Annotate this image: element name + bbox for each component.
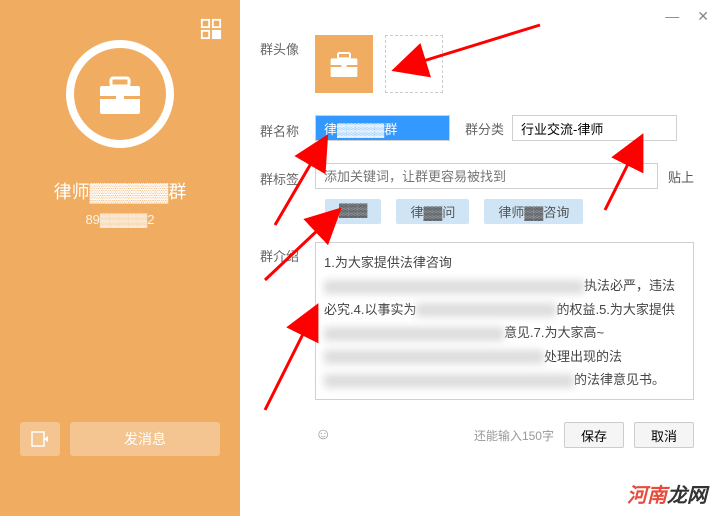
tag-chip[interactable]: 律▓▓问 [396,199,469,224]
intro-label: 群介绍 [260,242,315,265]
group-category-input[interactable] [512,115,677,141]
char-count: 还能输入150字 [474,427,554,444]
share-icon [31,431,49,447]
watermark: 河南龙网 [627,479,707,508]
tag-chip[interactable]: 律师▓▓咨询 [484,199,583,224]
plus-icon: + [406,48,422,80]
group-avatar [66,40,174,148]
tag-input[interactable] [315,163,658,189]
minimize-button[interactable]: — [665,8,679,25]
name-label: 群名称 [260,117,315,140]
left-panel: 律师▓▓▓▓▓▓群 89▓▓▓▓▓2 发消息 [0,0,240,516]
intro-textarea[interactable]: 1.为大家提供法律咨询执法必严，违法必究.4.以事实为的权益.5.为大家提供意见… [315,242,694,400]
group-id: 89▓▓▓▓▓2 [0,212,240,227]
paste-link[interactable]: 贴上 [668,167,694,186]
send-message-button[interactable]: 发消息 [70,422,220,456]
save-button[interactable]: 保存 [564,422,624,448]
avatar-add-button[interactable]: + [385,35,443,93]
briefcase-icon [327,49,361,79]
tags-label: 群标签 [260,165,315,188]
tag-chip[interactable]: ▓▓▓ [325,199,381,224]
share-button[interactable] [20,422,60,456]
briefcase-icon [95,72,145,117]
close-button[interactable]: ✕ [697,8,709,25]
right-panel: 群头像 + 群名称 群分类 群标签 [240,0,719,468]
avatar-option-selected[interactable] [315,35,373,93]
category-label: 群分类 [465,119,504,138]
avatar-label: 群头像 [260,35,315,58]
cancel-button[interactable]: 取消 [634,422,694,448]
group-name: 律师▓▓▓▓▓▓群 [0,178,240,204]
qrcode-icon[interactable] [200,18,222,46]
group-name-input[interactable] [315,115,450,141]
emoji-icon[interactable]: ☺ [315,426,331,444]
